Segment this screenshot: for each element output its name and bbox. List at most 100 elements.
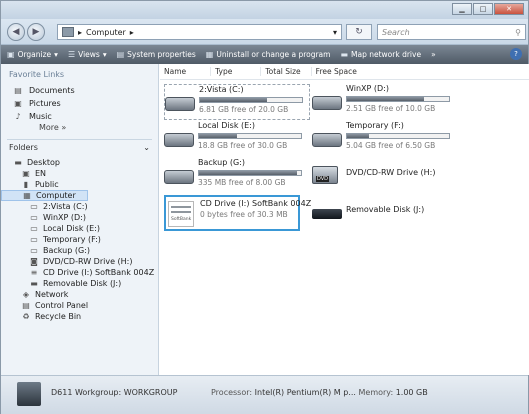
tree-network[interactable]: ◈ Network [1, 289, 158, 300]
tree-desktop[interactable]: ▬ Desktop [1, 157, 158, 168]
drive-name: 2:Vista (C:) [199, 85, 244, 94]
breadcrumb-separator-icon: ▸ [78, 27, 83, 37]
address-bar[interactable]: ▸ Computer ▸ ▾ [57, 24, 342, 40]
tree-drive-f[interactable]: ▭ Temporary (F:) [1, 234, 158, 245]
overflow-label: » [431, 50, 436, 59]
tree-drive-i[interactable]: ≡ CD Drive (I:) SoftBank 004Z [1, 267, 158, 278]
favorite-links-header: Favorite Links [9, 70, 65, 79]
maximize-button[interactable]: □ [473, 3, 493, 15]
map-network-drive-label: Map network drive [351, 50, 422, 59]
memory-label: Memory: [358, 388, 394, 397]
drive-i[interactable]: SoftBank CD Drive (I:) SoftBank 004Z 0 b… [164, 195, 311, 231]
favorite-label: Music [29, 112, 52, 121]
close-button[interactable]: ✕ [494, 3, 524, 15]
favorite-music[interactable]: ♪ Music [1, 110, 158, 123]
tree-label: WinXP (D:) [43, 213, 86, 222]
tree-control-panel[interactable]: ▤ Control Panel [1, 300, 158, 311]
drive-d[interactable]: WinXP (D:) 2.51 GB free of 10.0 GB [312, 84, 458, 120]
drive-usage-bar [346, 96, 450, 102]
network-drive-icon: ▬ [340, 50, 349, 59]
tree-label: Removable Disk (J:) [43, 279, 122, 288]
tree-drive-d[interactable]: ▭ WinXP (D:) [1, 212, 158, 223]
search-placeholder: Search [382, 27, 410, 37]
column-type[interactable]: Type [211, 67, 262, 76]
favorite-documents[interactable]: ▤ Documents [1, 84, 158, 97]
laptop-icon [17, 382, 41, 406]
details-pane: D611 Workgroup: WORKGROUP Processor: Int… [1, 375, 528, 414]
more-link[interactable]: More » [1, 123, 158, 135]
tree-recycle-bin[interactable]: ♻ Recycle Bin [1, 311, 158, 322]
folders-header[interactable]: Folders ⌄ [1, 143, 158, 157]
network-icon: ◈ [22, 290, 30, 299]
system-properties-button[interactable]: ▤ System properties [117, 50, 196, 59]
drive-j[interactable]: Removable Disk (J:) [312, 195, 458, 231]
tree-drive-g[interactable]: ▭ Backup (G:) [1, 245, 158, 256]
tree-label: Backup (G:) [43, 246, 91, 255]
softbank-logo-text: SoftBank [171, 217, 192, 223]
drive-f[interactable]: Temporary (F:) 5.04 GB free of 6.50 GB [312, 121, 458, 157]
control-panel-icon: ▤ [22, 301, 30, 310]
back-arrow-icon: ◀ [12, 27, 20, 37]
tree-label: Temporary (F:) [43, 235, 101, 244]
column-total-size[interactable]: Total Size [261, 67, 312, 76]
drive-name: Backup (G:) [198, 158, 246, 167]
refresh-button[interactable]: ↻ [346, 24, 372, 40]
processor-memory: Processor: Intel(R) Pentium(R) M p... Me… [211, 388, 428, 397]
views-button[interactable]: ☰ Views ▾ [68, 50, 107, 59]
breadcrumb-computer[interactable]: Computer [86, 28, 126, 37]
tree-label: Recycle Bin [35, 312, 82, 321]
computer-workgroup: D611 Workgroup: WORKGROUP [51, 388, 178, 397]
drive-e[interactable]: Local Disk (E:) 18.8 GB free of 30.0 GB [164, 121, 310, 157]
address-toolbar: ◀ ▶ ▸ Computer ▸ ▾ ↻ Search ⚲ [1, 19, 528, 45]
uninstall-label: Uninstall or change a program [216, 50, 331, 59]
uninstall-icon: ▦ [205, 50, 214, 59]
back-button[interactable]: ◀ [7, 23, 25, 41]
column-name[interactable]: Name [160, 67, 212, 76]
tree-en[interactable]: ▣ EN [1, 168, 158, 179]
drive-free-space: 6.81 GB free of 20.0 GB [199, 105, 289, 114]
help-icon[interactable]: ? [510, 48, 522, 60]
favorite-pictures[interactable]: ▣ Pictures [1, 97, 158, 110]
navigation-pane: Favorite Links ▤ Documents ▣ Pictures ♪ Mus… [1, 64, 159, 375]
drive-name: Local Disk (E:) [198, 121, 255, 130]
forward-button[interactable]: ▶ [27, 23, 45, 41]
organize-button[interactable]: ▣ Organize ▾ [7, 50, 58, 59]
views-label: Views [78, 50, 100, 59]
address-dropdown-icon[interactable]: ▾ [333, 28, 337, 37]
drive-name: Temporary (F:) [346, 121, 404, 130]
hard-drive-icon [312, 133, 342, 147]
system-properties-label: System properties [127, 50, 196, 59]
tree-drive-c[interactable]: ▭ 2:Vista (C:) [1, 201, 158, 212]
tree-label: Local Disk (E:) [43, 224, 100, 233]
tree-label: Public [35, 180, 59, 189]
favorite-label: Pictures [29, 99, 61, 108]
tree-drive-j[interactable]: ▬ Removable Disk (J:) [1, 278, 158, 289]
drive-usage-bar [198, 133, 302, 139]
command-bar: ▣ Organize ▾ ☰ Views ▾ ▤ System properties ▦ U… [1, 45, 528, 64]
uninstall-button[interactable]: ▦ Uninstall or change a program [206, 50, 331, 59]
toolbar-overflow-button[interactable]: » [431, 50, 436, 59]
softbank-icon: ≡ [30, 268, 38, 277]
tree-drive-e[interactable]: ▭ Local Disk (E:) [1, 223, 158, 234]
folders-label: Folders [9, 143, 38, 152]
search-input[interactable]: Search ⚲ [377, 24, 526, 40]
map-network-drive-button[interactable]: ▬ Map network drive [340, 50, 421, 59]
tree-label: Network [35, 290, 69, 299]
tree-label: CD Drive (I:) SoftBank 004Z [43, 268, 155, 277]
column-free-space[interactable]: Free Space [312, 67, 371, 76]
tree-public[interactable]: ▮ Public [1, 179, 158, 190]
tree-computer[interactable]: ▦ Computer [1, 190, 88, 201]
drive-c[interactable]: 2:Vista (C:) 6.81 GB free of 20.0 GB [164, 84, 310, 120]
explorer-window: ▁ □ ✕ ◀ ▶ ▸ Computer ▸ ▾ ↻ Search ⚲ ▣ Org… [0, 0, 529, 414]
system-properties-icon: ▤ [116, 50, 125, 59]
drive-usage-bar [199, 97, 303, 103]
chevron-down-icon: ▾ [54, 50, 58, 59]
tree-drive-h[interactable]: ◙ DVD/CD-RW Drive (H:) [1, 256, 158, 267]
breadcrumb-chevron-icon[interactable]: ▸ [130, 28, 134, 37]
drive-free-space: 2.51 GB free of 10.0 GB [346, 104, 436, 113]
drive-g[interactable]: Backup (G:) 335 MB free of 8.00 GB [164, 158, 310, 194]
minimize-button[interactable]: ▁ [452, 3, 472, 15]
memory-value: 1.00 GB [395, 388, 428, 397]
drive-h[interactable]: DVD/CD-RW Drive (H:) [312, 158, 458, 194]
tree-label: Control Panel [35, 301, 89, 310]
